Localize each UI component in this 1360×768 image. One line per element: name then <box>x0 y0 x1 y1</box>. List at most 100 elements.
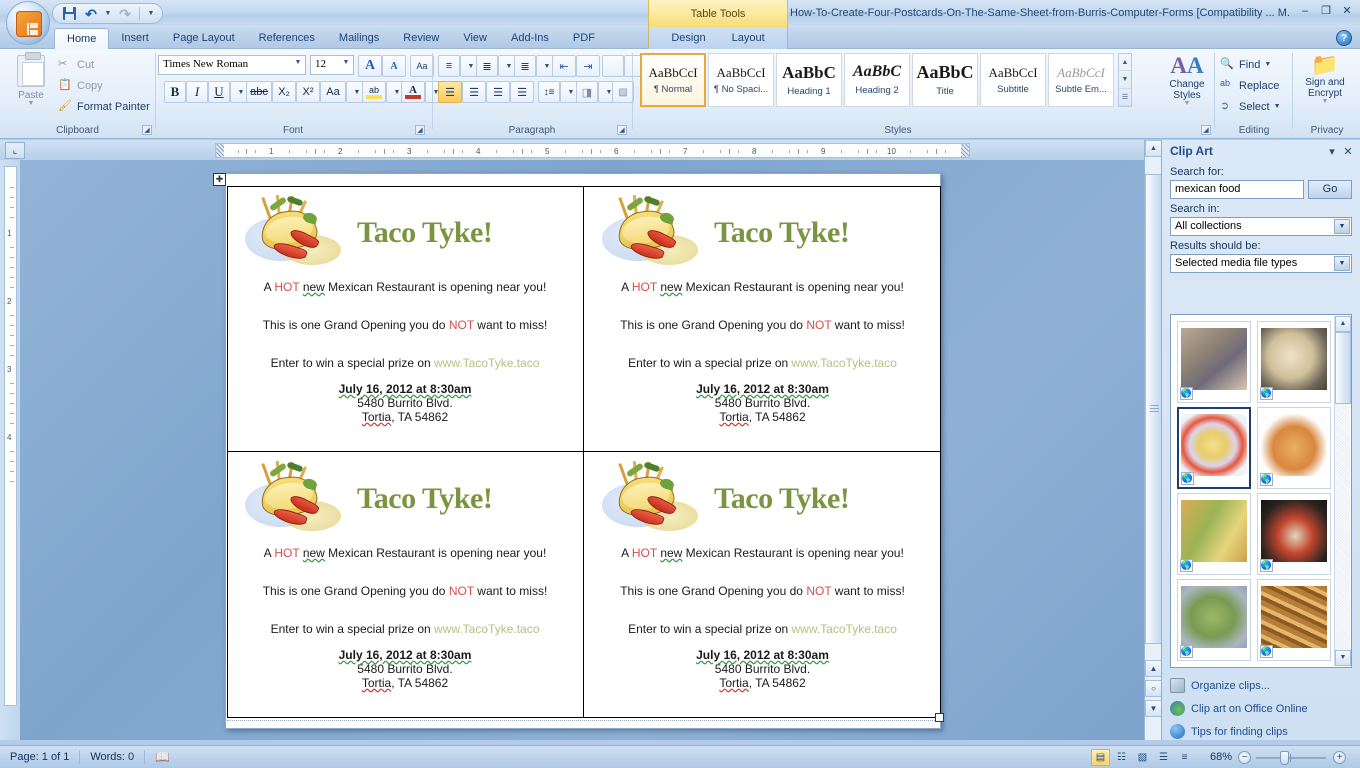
draft-view-button[interactable]: ≡ <box>1175 749 1194 766</box>
previous-page-button[interactable]: ▲ <box>1145 660 1162 677</box>
redo-button[interactable]: ↷ <box>115 5 135 23</box>
table-resize-handle[interactable] <box>935 713 944 722</box>
postcard-link[interactable]: www.TacoTyke.taco <box>792 356 897 370</box>
help-icon[interactable]: ? <box>1336 30 1352 46</box>
minimize-button[interactable]: – <box>1296 3 1314 18</box>
table-cell-4[interactable]: Taco Tyke! A HOT new Mexican Restaurant … <box>584 452 941 718</box>
font-name-input[interactable]: Times New Roman <box>158 55 306 75</box>
align-right-button[interactable]: ☰ <box>486 81 510 103</box>
clear-formatting-button[interactable]: Aa <box>410 55 434 77</box>
taco-clipart-icon[interactable] <box>243 460 343 537</box>
decrease-indent-button[interactable]: ⇤ <box>552 55 576 77</box>
horizontal-ruler[interactable]: 1 2 3 4 5 6 7 8 9 10 <box>215 143 970 158</box>
increase-indent-button[interactable]: ⇥ <box>576 55 600 77</box>
tab-mailings[interactable]: Mailings <box>327 28 391 49</box>
text-highlight-button[interactable]: ab <box>362 81 386 103</box>
print-layout-view-button[interactable]: ▤ <box>1091 748 1110 766</box>
proofing-errors-icon[interactable]: 📖 <box>145 749 180 766</box>
postcard-link[interactable]: www.TacoTyke.taco <box>434 622 539 636</box>
clip-result-6[interactable]: 🌎 <box>1257 493 1331 575</box>
select-button[interactable]: ➲ Select ▼ <box>1220 97 1281 116</box>
full-screen-reading-view-button[interactable]: ☷ <box>1112 749 1131 766</box>
scroll-up-button[interactable]: ▲ <box>1145 140 1162 157</box>
outline-view-button[interactable]: ☰ <box>1154 749 1173 766</box>
find-button[interactable]: 🔍 Find ▼ <box>1220 55 1271 74</box>
change-styles-button[interactable]: AA Change Styles ▼ <box>1160 53 1214 119</box>
tab-layout[interactable]: Layout <box>724 28 773 49</box>
office-button[interactable] <box>6 1 50 45</box>
web-layout-view-button[interactable]: ▧ <box>1133 749 1152 766</box>
replace-button[interactable]: ab Replace <box>1220 76 1279 95</box>
font-color-button[interactable]: A <box>401 81 425 103</box>
paste-button[interactable]: Paste ▼ <box>8 52 54 117</box>
tab-page-layout[interactable]: Page Layout <box>161 28 247 49</box>
tab-insert[interactable]: Insert <box>109 28 161 49</box>
copy-button[interactable]: 📋 Copy <box>58 76 103 95</box>
left-margin-marker[interactable] <box>216 144 224 157</box>
task-pane-close-button[interactable]: ✕ <box>1340 143 1356 159</box>
zoom-slider[interactable]: − + <box>1236 749 1346 766</box>
postcard-table[interactable]: Taco Tyke! A HOT new Mexican Restaurant … <box>227 186 941 718</box>
style-normal[interactable]: AaBbCcI ¶ Normal <box>640 53 706 107</box>
tab-home[interactable]: Home <box>54 28 110 49</box>
undo-dropdown-button[interactable]: ▼ <box>103 5 113 23</box>
table-cell-2[interactable]: Taco Tyke! A HOT new Mexican Restaurant … <box>584 186 941 452</box>
table-cell-1[interactable]: Taco Tyke! A HOT new Mexican Restaurant … <box>227 186 584 452</box>
strikethrough-button[interactable]: abc <box>246 81 272 103</box>
taco-clipart-icon[interactable] <box>600 460 700 537</box>
cut-button[interactable]: ✂ Cut <box>58 55 94 74</box>
search-in-select[interactable]: All collections ▼ <box>1170 217 1352 236</box>
clip-results-panel[interactable]: 🌎 🌎 🌎 🌎 🌎 🌎 🌎 🌎 ▲ ▼ <box>1170 314 1352 668</box>
bullets-button[interactable]: ≡ <box>438 55 460 77</box>
zoom-out-button[interactable]: − <box>1238 750 1251 764</box>
font-name-dropdown[interactable]: ▼ <box>292 56 304 70</box>
chevron-down-icon[interactable]: ▼ <box>1334 256 1350 271</box>
document-vertical-scrollbar[interactable]: ▲ ▲ ○ ▼ <box>1144 140 1162 740</box>
style-heading-1[interactable]: AaBbC Heading 1 <box>776 53 842 107</box>
postcard-link[interactable]: www.TacoTyke.taco <box>792 622 897 636</box>
styles-scroll-down[interactable]: ▼ <box>1119 71 1131 89</box>
change-case-button[interactable]: Aa <box>320 81 346 103</box>
font-dialog-launcher[interactable]: ◢ <box>415 125 425 135</box>
page-indicator[interactable]: Page: 1 of 1 <box>0 749 79 766</box>
styles-more[interactable]: ☰ <box>1119 89 1131 106</box>
close-button[interactable]: ✕ <box>1338 3 1356 18</box>
style-heading-2[interactable]: AaBbC Heading 2 <box>844 53 910 107</box>
borders-button[interactable]: ▧ <box>612 81 634 103</box>
task-pane-menu-button[interactable]: ▾ <box>1324 143 1340 159</box>
document-canvas[interactable]: ✚ Taco Tyke! A HOT new Mexican Restauran… <box>20 160 1144 740</box>
style-subtitle[interactable]: AaBbCcI Subtitle <box>980 53 1046 107</box>
scrollbar-thumb[interactable] <box>1145 174 1162 644</box>
clip-result-7[interactable]: 🌎 <box>1177 579 1251 661</box>
clip-result-4[interactable]: 🌎 <box>1257 407 1331 489</box>
bold-button[interactable]: B <box>164 81 186 103</box>
line-spacing-button[interactable]: ↕≡ <box>538 81 560 103</box>
tab-view[interactable]: View <box>451 28 499 49</box>
clip-result-3[interactable]: 🌎 <box>1177 407 1251 489</box>
shrink-font-button[interactable]: A <box>382 55 406 77</box>
format-painter-button[interactable]: 🖌 Format Painter <box>58 97 150 116</box>
zoom-in-button[interactable]: + <box>1333 750 1346 764</box>
justify-button[interactable]: ☰ <box>510 81 534 103</box>
style-subtle-emphasis[interactable]: AaBbCcI Subtle Em... <box>1048 53 1114 107</box>
taco-clipart-icon[interactable] <box>243 194 343 271</box>
results-scrollbar-thumb[interactable] <box>1335 332 1351 404</box>
table-move-handle[interactable]: ✚ <box>213 173 226 186</box>
sign-and-encrypt-button[interactable]: 📁 Sign and Encrypt ▼ <box>1298 53 1352 119</box>
clip-result-5[interactable]: 🌎 <box>1177 493 1251 575</box>
table-cell-3[interactable]: Taco Tyke! A HOT new Mexican Restaurant … <box>227 452 584 718</box>
numbering-button[interactable]: ≣ <box>476 55 498 77</box>
clipboard-dialog-launcher[interactable]: ◢ <box>142 125 152 135</box>
multilevel-list-button[interactable]: ≣ <box>514 55 536 77</box>
clip-result-1[interactable]: 🌎 <box>1177 321 1251 403</box>
style-title[interactable]: AaBbC Title <box>912 53 978 107</box>
chevron-down-icon[interactable]: ▼ <box>1334 219 1350 234</box>
postcard-link[interactable]: www.TacoTyke.taco <box>434 356 539 370</box>
styles-gallery-scroll[interactable]: ▲ ▼ ☰ <box>1118 53 1132 107</box>
tab-design[interactable]: Design <box>663 28 713 49</box>
paragraph-dialog-launcher[interactable]: ◢ <box>617 125 627 135</box>
word-count[interactable]: Words: 0 <box>80 749 144 766</box>
style-no-spacing[interactable]: AaBbCcI ¶ No Spaci... <box>708 53 774 107</box>
styles-dialog-launcher[interactable]: ◢ <box>1201 125 1211 135</box>
next-page-button[interactable]: ▼ <box>1145 700 1162 717</box>
